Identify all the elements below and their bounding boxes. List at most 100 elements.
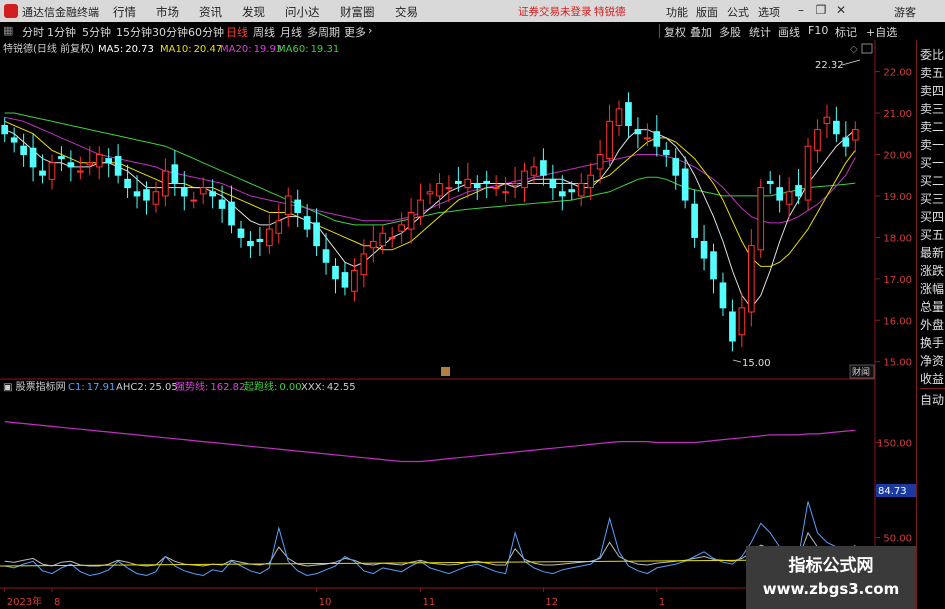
candle-body[interactable]: [162, 170, 169, 197]
candle-body[interactable]: [549, 178, 557, 189]
candle-body[interactable]: [521, 170, 528, 189]
candle-body[interactable]: [833, 120, 840, 135]
candle-body[interactable]: [426, 191, 434, 195]
candle-body[interactable]: [39, 170, 46, 176]
candle-body[interactable]: [152, 191, 160, 205]
candle-body[interactable]: [76, 170, 84, 173]
menu-market[interactable]: 市场: [156, 4, 179, 20]
mark-button[interactable]: 标记: [835, 24, 857, 40]
candle-body[interactable]: [530, 166, 538, 176]
candle-body[interactable]: [20, 145, 27, 155]
candle-body[interactable]: [625, 102, 632, 126]
candle-body[interactable]: [124, 178, 131, 189]
menu-market-quotes[interactable]: 行情: [113, 4, 136, 20]
candle-body[interactable]: [379, 232, 387, 247]
candle-body[interactable]: [436, 182, 443, 197]
candle-body[interactable]: [407, 212, 415, 230]
tab-more[interactable]: 更多: [344, 24, 366, 40]
candle-body[interactable]: [360, 253, 368, 276]
finance-tag[interactable]: 财闻: [852, 366, 870, 378]
candle-body[interactable]: [568, 189, 576, 193]
candle-body[interactable]: [653, 131, 661, 147]
menu-ask-xiaoda[interactable]: 问小达: [285, 4, 320, 20]
tab-daily[interactable]: 日线: [226, 24, 248, 40]
adjust-button[interactable]: 复权: [664, 24, 686, 40]
candle-body[interactable]: [180, 187, 188, 197]
tab-15min[interactable]: 15分钟: [116, 24, 152, 40]
candle-body[interactable]: [417, 199, 424, 218]
event-marker-icon[interactable]: [441, 367, 450, 376]
candle-body[interactable]: [644, 137, 651, 140]
grid-icon[interactable]: ▦: [3, 24, 13, 37]
candle-body[interactable]: [388, 236, 396, 239]
statistics-button[interactable]: 统计: [749, 24, 771, 40]
candle-body[interactable]: [275, 220, 283, 234]
candle-body[interactable]: [776, 187, 784, 201]
candle-body[interactable]: [851, 129, 859, 141]
formula-button[interactable]: 公式: [727, 4, 749, 20]
candle-body[interactable]: [228, 201, 235, 226]
candle-body[interactable]: [785, 191, 793, 205]
candle-body[interactable]: [681, 168, 689, 201]
layout-button[interactable]: 版面: [696, 4, 718, 20]
menu-news[interactable]: 资讯: [199, 4, 222, 20]
candle-body[interactable]: [266, 228, 273, 247]
candle-body[interactable]: [766, 180, 774, 184]
candle-body[interactable]: [143, 189, 150, 201]
candle-body[interactable]: [303, 216, 311, 230]
tab-multi-period[interactable]: 多周期: [307, 24, 340, 40]
candle-body[interactable]: [105, 158, 113, 164]
tab-weekly[interactable]: 周线: [253, 24, 275, 40]
candle-body[interactable]: [511, 182, 519, 187]
tab-intraday[interactable]: 分时: [22, 24, 44, 40]
candle-body[interactable]: [606, 120, 613, 160]
guest-user[interactable]: 游客: [894, 4, 916, 20]
candle-body[interactable]: [86, 162, 94, 166]
f10-button[interactable]: F10: [808, 24, 828, 37]
options-button[interactable]: 选项: [758, 4, 780, 20]
candle-body[interactable]: [492, 187, 500, 190]
candle-body[interactable]: [67, 162, 75, 168]
candle-body[interactable]: [634, 129, 642, 135]
draw-line-button[interactable]: 画线: [778, 24, 800, 40]
minimize-icon[interactable]: –: [792, 2, 810, 19]
tab-30min[interactable]: 30分钟: [152, 24, 188, 40]
candle-body[interactable]: [672, 158, 680, 176]
candle-body[interactable]: [29, 147, 37, 168]
candle-body[interactable]: [558, 191, 566, 197]
candle-body[interactable]: [237, 228, 245, 238]
candle-body[interactable]: [455, 180, 462, 184]
candle-body[interactable]: [332, 265, 339, 280]
candle-body[interactable]: [483, 180, 491, 184]
candle-body[interactable]: [218, 199, 226, 209]
candle-body[interactable]: [700, 241, 708, 259]
candle-body[interactable]: [691, 203, 698, 238]
candle-body[interactable]: [294, 199, 302, 214]
candle-body[interactable]: [719, 282, 727, 309]
candle-body[interactable]: [473, 182, 481, 189]
tab-60min[interactable]: 60分钟: [188, 24, 224, 40]
candle-body[interactable]: [540, 160, 547, 176]
kline-chart[interactable]: 22.00 21.00 20.00 19.00 18.00 17.00 16.00 15.00…: [0, 40, 916, 609]
candle-body[interactable]: [577, 182, 585, 197]
candle-body[interactable]: [341, 272, 349, 288]
candle-body[interactable]: [190, 199, 198, 202]
candle-body[interactable]: [710, 251, 717, 280]
tab-1min[interactable]: 1分钟: [47, 24, 76, 40]
candle-body[interactable]: [757, 187, 765, 251]
candle-body[interactable]: [596, 153, 604, 170]
candle-body[interactable]: [171, 164, 179, 184]
candle-body[interactable]: [313, 222, 320, 247]
candle-body[interactable]: [738, 307, 746, 336]
candle-body[interactable]: [351, 270, 358, 292]
candle-body[interactable]: [133, 191, 141, 197]
candle-body[interactable]: [369, 241, 377, 249]
more-arrow-icon[interactable]: ›: [368, 24, 372, 37]
menu-trade[interactable]: 交易: [395, 4, 418, 20]
overlay-button[interactable]: 叠加: [690, 24, 712, 40]
candle-body[interactable]: [615, 108, 623, 126]
multi-stock-button[interactable]: 多股: [719, 24, 741, 40]
tab-5min[interactable]: 5分钟: [82, 24, 111, 40]
auto-button[interactable]: 自动: [920, 388, 945, 408]
candle-body[interactable]: [48, 162, 56, 180]
